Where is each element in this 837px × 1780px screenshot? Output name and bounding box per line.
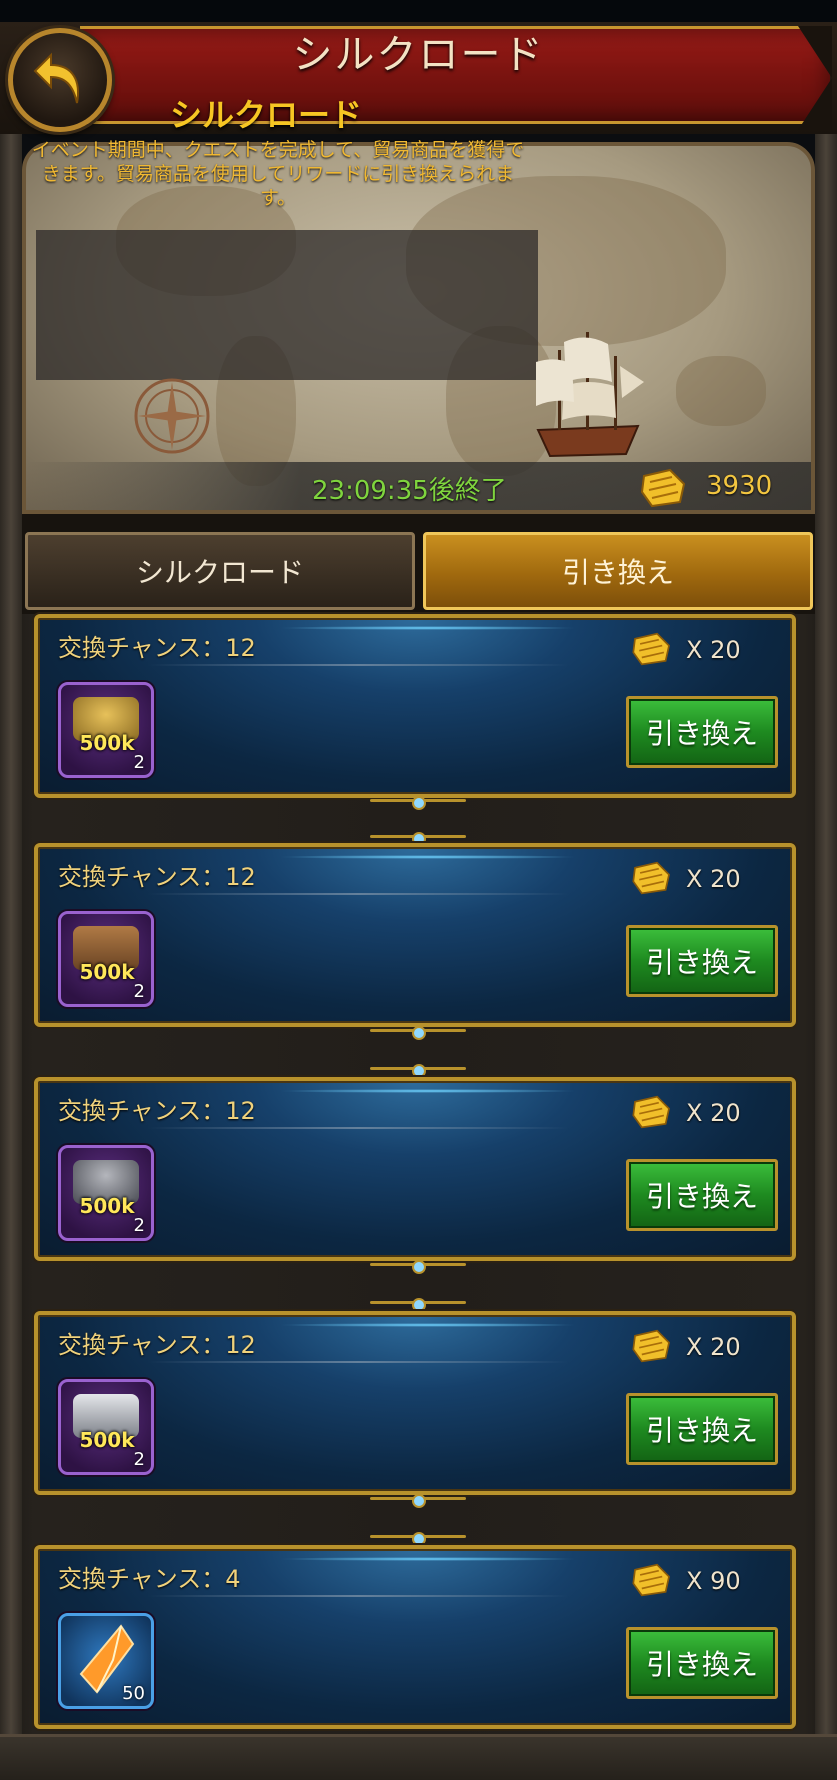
trade-goods-icon xyxy=(632,1329,670,1363)
left-pillar xyxy=(0,134,22,1780)
item-quantity: 2 xyxy=(133,1449,145,1470)
redeem-button[interactable]: 引き換え xyxy=(626,1393,778,1465)
exchange-chance: 交換チャンス：4 xyxy=(58,1565,241,1593)
card-glow xyxy=(278,626,578,630)
card-ornament xyxy=(370,1532,466,1546)
redeem-button[interactable]: 引き換え xyxy=(626,696,778,768)
card-divider xyxy=(148,1127,568,1129)
cost-value: X 90 xyxy=(686,1567,741,1595)
card-divider xyxy=(148,893,568,895)
card-ornament xyxy=(370,1064,466,1078)
card-ornament xyxy=(370,1494,466,1508)
stone-icon[interactable]: 500k 2 xyxy=(58,1145,154,1241)
trade-goods-icon xyxy=(632,632,670,666)
card-glow xyxy=(278,1557,578,1561)
compass-rose-icon xyxy=(134,378,210,454)
iron-icon[interactable]: 500k 2 xyxy=(58,1379,154,1475)
exchange-chance: 交換チャンス：12 xyxy=(58,634,256,662)
item-quantity: 2 xyxy=(133,1215,145,1236)
redeem-button[interactable]: 引き換え xyxy=(626,925,778,997)
item-quantity: 50 xyxy=(122,1683,145,1704)
card-ornament xyxy=(370,1298,466,1312)
currency-value: 3930 xyxy=(706,471,773,501)
trade-goods-icon xyxy=(632,1095,670,1129)
card-divider xyxy=(148,664,568,666)
wood-icon[interactable]: 500k 2 xyxy=(58,911,154,1007)
card-ornament xyxy=(370,796,466,810)
ship-icon xyxy=(536,332,644,458)
cost-value: X 20 xyxy=(686,636,741,664)
bottom-frame xyxy=(0,1734,837,1780)
event-description: イベント期間中、クエストを完成して、貿易商品を獲得できます。貿易商品を使用してリ… xyxy=(31,139,525,209)
right-pillar xyxy=(815,134,837,1780)
card-ornament xyxy=(370,832,466,846)
card-glow xyxy=(278,1089,578,1093)
trade-goods-icon xyxy=(632,1563,670,1597)
page-title: シルクロード xyxy=(292,32,545,78)
map-continent xyxy=(676,356,766,426)
event-timer: 23:09:35後終了 xyxy=(312,476,507,506)
redeem-button[interactable]: 引き換え xyxy=(626,1159,778,1231)
cost-value: X 20 xyxy=(686,1099,741,1127)
cost-value: X 20 xyxy=(686,1333,741,1361)
trade-goods-icon xyxy=(632,861,670,895)
cost-value: X 20 xyxy=(686,865,741,893)
redeem-button[interactable]: 引き換え xyxy=(626,1627,778,1699)
exchange-chance: 交換チャンス：12 xyxy=(58,863,256,891)
card-glow xyxy=(278,855,578,859)
card-glow xyxy=(278,1323,578,1327)
redeem-card: 交換チャンス：12 X 20 500k 2 引き換え xyxy=(34,614,796,798)
redeem-card: 交換チャンス：12 X 20 500k 2 引き換え xyxy=(34,1077,796,1261)
redeem-card: 交換チャンス：12 X 20 500k 2 引き換え xyxy=(34,843,796,1027)
item-quantity: 2 xyxy=(133,752,145,773)
card-ornament xyxy=(370,1260,466,1274)
crystal-icon[interactable]: 50 xyxy=(58,1613,154,1709)
event-info-box xyxy=(36,230,538,380)
card-divider xyxy=(148,1595,568,1597)
card-ornament xyxy=(370,1026,466,1040)
trade-goods-icon xyxy=(640,468,686,508)
redeem-card: 交換チャンス：4 X 90 50 引き換え xyxy=(34,1545,796,1729)
tab-silk-road[interactable]: シルクロード xyxy=(25,532,415,610)
event-title: シルクロード xyxy=(169,96,362,134)
card-divider xyxy=(148,1361,568,1363)
item-quantity: 2 xyxy=(133,981,145,1002)
status-strip xyxy=(0,0,837,22)
exchange-chance: 交換チャンス：12 xyxy=(58,1097,256,1125)
exchange-chance: 交換チャンス：12 xyxy=(58,1331,256,1359)
tab-redeem[interactable]: 引き換え xyxy=(423,532,813,610)
food-icon[interactable]: 500k 2 xyxy=(58,682,154,778)
redeem-card: 交換チャンス：12 X 20 500k 2 引き換え xyxy=(34,1311,796,1495)
